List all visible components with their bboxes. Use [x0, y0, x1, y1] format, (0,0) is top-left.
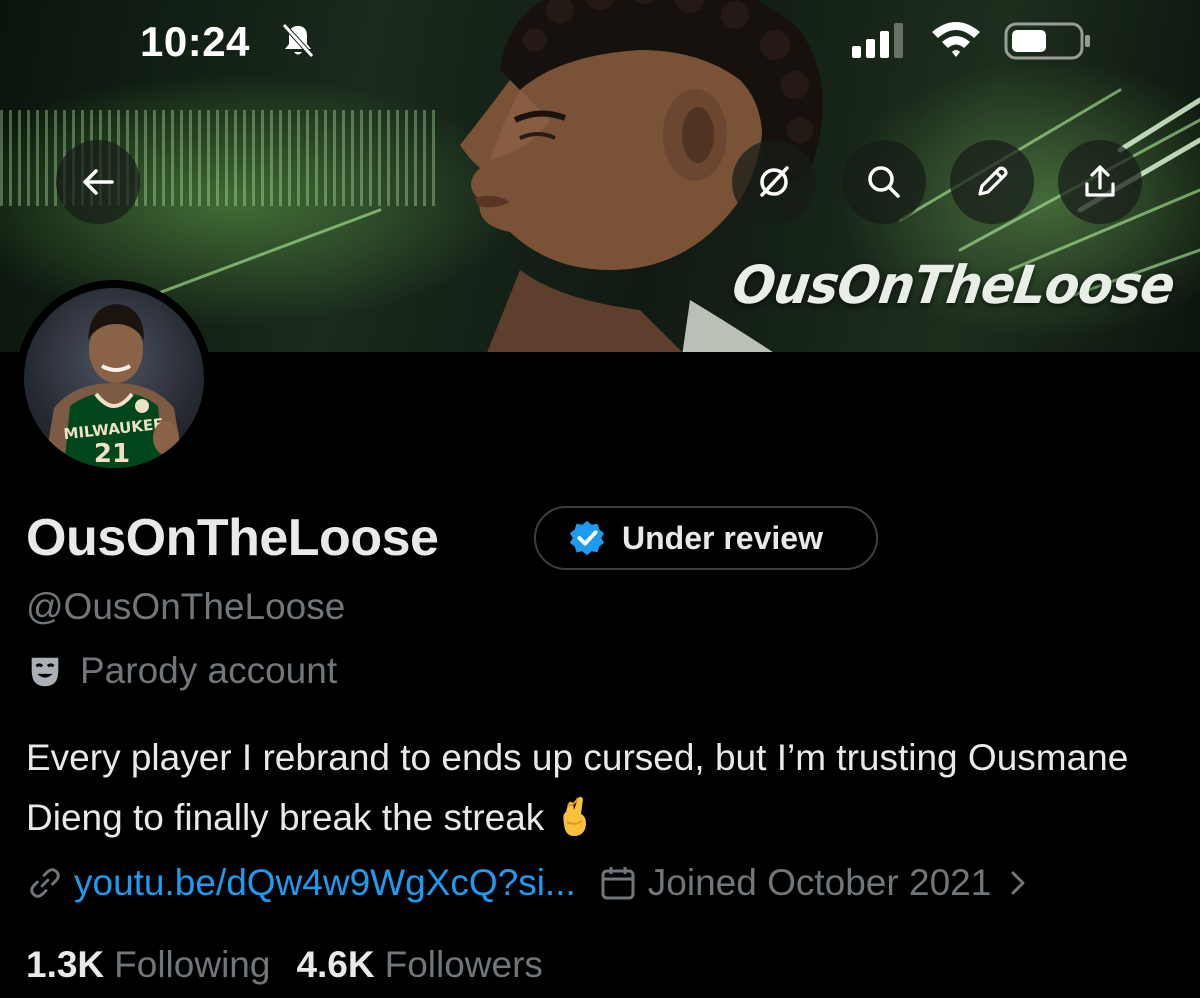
verified-check-icon — [569, 520, 605, 556]
search-button[interactable] — [842, 140, 926, 224]
search-icon — [868, 166, 900, 198]
back-button[interactable] — [56, 140, 140, 224]
parody-account-label: Parody account — [26, 650, 337, 692]
avatar[interactable]: MILWAUKEE 21 — [16, 280, 212, 476]
wifi-icon — [932, 22, 980, 57]
share-button[interactable] — [1058, 140, 1142, 224]
calendar-icon — [601, 867, 635, 900]
avatar-player-illustration: MILWAUKEE 21 — [44, 304, 184, 468]
status-time: 10:24 — [140, 18, 250, 65]
display-name: OusOnTheLoose — [26, 509, 439, 567]
crossed-fingers-emoji — [563, 796, 587, 836]
profile-meta: youtu.be/dQw4w9WgXcQ?si... Joined Octobe… — [26, 862, 1031, 904]
avatar-jersey-number: 21 — [94, 439, 130, 468]
followers-count[interactable]: 4.6K — [296, 944, 374, 986]
banner-wordmark: OusOnTheLoose — [728, 254, 1179, 316]
joined-date[interactable]: Joined October 2021 — [648, 862, 992, 904]
verification-status-label: Under review — [622, 519, 823, 556]
edit-profile-button[interactable] — [950, 140, 1034, 224]
followers-label[interactable]: Followers — [385, 944, 543, 986]
username-handle: @OusOnTheLoose — [26, 586, 346, 627]
grok-icon — [760, 166, 789, 197]
grok-button[interactable] — [732, 140, 816, 224]
parody-account-text: Parody account — [80, 650, 338, 691]
bio: Every player I rebrand to ends up cursed… — [26, 728, 1176, 848]
following-label[interactable]: Following — [114, 944, 270, 986]
following-count[interactable]: 1.3K — [26, 944, 104, 986]
cellular-signal-icon — [852, 23, 903, 58]
share-icon — [1085, 165, 1115, 197]
back-arrow-icon — [83, 169, 114, 195]
link-icon — [30, 868, 60, 898]
silent-bell-icon — [282, 23, 314, 58]
verification-status-badge[interactable]: Under review — [534, 506, 878, 570]
avatar-image: MILWAUKEE 21 — [24, 288, 204, 468]
pencil-icon — [978, 166, 1008, 196]
chevron-right-icon[interactable] — [1005, 870, 1031, 896]
theater-mask-icon — [31, 657, 59, 687]
follow-stats: 1.3K Following 4.6K Followers — [26, 944, 569, 986]
website-link[interactable]: youtu.be/dQw4w9WgXcQ?si... — [74, 862, 576, 904]
battery-icon — [1004, 22, 1090, 60]
